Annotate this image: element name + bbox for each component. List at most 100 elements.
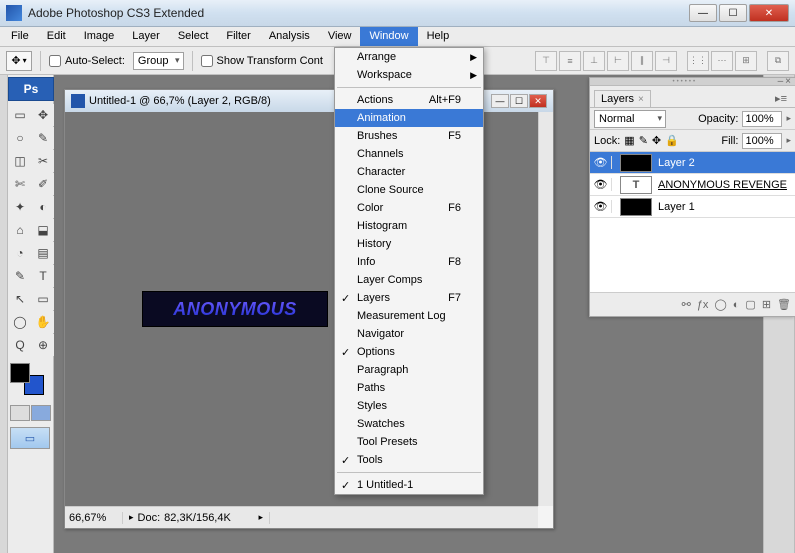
menu-analysis[interactable]: Analysis (260, 27, 319, 46)
tool-3[interactable]: ✎ (32, 127, 54, 149)
tool-10[interactable]: ⌂ (9, 219, 31, 241)
menu-item-layers[interactable]: ✓LayersF7 (335, 289, 483, 307)
menu-window[interactable]: Window (360, 27, 417, 46)
align-left-icon[interactable]: ⊢ (607, 51, 629, 71)
layer-thumbnail[interactable]: T (620, 176, 652, 194)
tool-1[interactable]: ✥ (32, 104, 54, 126)
zoom-field[interactable]: 66,67% (65, 512, 123, 524)
menu-edit[interactable]: Edit (38, 27, 75, 46)
menu-layer[interactable]: Layer (123, 27, 169, 46)
menu-item-arrange[interactable]: Arrange▶ (335, 48, 483, 66)
panel-menu-icon[interactable]: ▸≡ (771, 90, 791, 107)
blend-mode-combo[interactable]: Normal (594, 110, 666, 128)
menu-item-1-untitled-1[interactable]: ✓1 Untitled-1 (335, 476, 483, 494)
menu-filter[interactable]: Filter (217, 27, 259, 46)
tool-14[interactable]: ✎ (9, 265, 31, 287)
align-top-icon[interactable]: ⊤ (535, 51, 557, 71)
menu-item-navigator[interactable]: Navigator (335, 325, 483, 343)
doc-minimize-button[interactable]: — (491, 94, 509, 108)
align-vmid-icon[interactable]: ≡ (559, 51, 581, 71)
menu-item-character[interactable]: Character (335, 163, 483, 181)
menu-item-styles[interactable]: Styles (335, 397, 483, 415)
menu-item-history[interactable]: History (335, 235, 483, 253)
visibility-toggle-icon[interactable]: 👁 (590, 200, 612, 213)
new-group-icon[interactable]: ▢ (745, 298, 755, 311)
layer-name-label[interactable]: Layer 2 (656, 157, 795, 169)
tool-4[interactable]: ◫ (9, 150, 31, 172)
layer-name-label[interactable]: ANONYMOUS REVENGE (656, 179, 795, 191)
tool-7[interactable]: ✐ (32, 173, 54, 195)
menu-item-layer-comps[interactable]: Layer Comps (335, 271, 483, 289)
panel-minimize-icon[interactable]: – (778, 76, 784, 87)
fill-field[interactable]: 100% (742, 133, 782, 149)
layers-tab[interactable]: Layers× (594, 90, 651, 107)
document-vertical-scrollbar[interactable] (538, 112, 553, 506)
tool-21[interactable]: ⊕ (32, 334, 54, 356)
tool-19[interactable]: ✋ (32, 311, 54, 333)
tool-17[interactable]: ▭ (32, 288, 54, 310)
auto-select-combo[interactable]: Group (133, 52, 184, 70)
align-hmid-icon[interactable]: ∥ (631, 51, 653, 71)
layer-thumbnail[interactable] (620, 154, 652, 172)
tool-18[interactable]: ◯ (9, 311, 31, 333)
new-layer-icon[interactable]: ⊞ (762, 298, 771, 311)
canvas[interactable]: ANONYMOUS (143, 292, 327, 326)
standard-mode-button[interactable] (10, 405, 30, 421)
auto-align-icon[interactable]: ⧉ (767, 51, 789, 71)
menu-item-options[interactable]: ✓Options (335, 343, 483, 361)
delete-layer-icon[interactable]: 🗑 (777, 298, 791, 311)
tool-20[interactable]: Q (9, 334, 31, 356)
align-bottom-icon[interactable]: ⊥ (583, 51, 605, 71)
tool-9[interactable]: ◐ (32, 196, 54, 218)
menu-item-animation[interactable]: Animation (335, 109, 483, 127)
distribute-h-icon[interactable]: ⋮⋮ (687, 51, 709, 71)
doc-close-button[interactable]: ✕ (529, 94, 547, 108)
adjustment-layer-icon[interactable]: ◐ (733, 299, 740, 311)
tool-5[interactable]: ✂ (32, 150, 54, 172)
toolbox-handle[interactable] (0, 75, 8, 553)
link-layers-icon[interactable]: ⚯ (682, 298, 691, 311)
layer-mask-icon[interactable]: ◯ (714, 298, 726, 311)
menu-view[interactable]: View (319, 27, 361, 46)
align-right-icon[interactable]: ⊣ (655, 51, 677, 71)
menu-item-color[interactable]: ColorF6 (335, 199, 483, 217)
lock-position-icon[interactable]: ✥ (652, 134, 661, 147)
auto-select-checkbox[interactable]: Auto-Select: (49, 55, 125, 67)
color-swatches[interactable] (8, 363, 48, 397)
opacity-slider-icon[interactable]: ▸ (786, 113, 791, 124)
distribute-v-icon[interactable]: ⋯ (711, 51, 733, 71)
menu-select[interactable]: Select (169, 27, 218, 46)
menu-item-workspace[interactable]: Workspace▶ (335, 66, 483, 84)
tool-8[interactable]: ✦ (9, 196, 31, 218)
menu-item-swatches[interactable]: Swatches (335, 415, 483, 433)
maximize-button[interactable]: ☐ (719, 4, 747, 22)
tool-2[interactable]: ○ (9, 127, 31, 149)
menu-image[interactable]: Image (75, 27, 124, 46)
menu-item-paths[interactable]: Paths (335, 379, 483, 397)
menu-item-tool-presets[interactable]: Tool Presets (335, 433, 483, 451)
close-button[interactable]: ✕ (749, 4, 789, 22)
fill-slider-icon[interactable]: ▸ (786, 135, 791, 146)
menu-help[interactable]: Help (418, 27, 459, 46)
foreground-color-swatch[interactable] (10, 363, 30, 383)
menu-file[interactable]: File (2, 27, 38, 46)
lock-transparency-icon[interactable]: ▦ (624, 134, 634, 147)
move-tool-preset[interactable]: ✥▾ (6, 51, 32, 71)
menu-item-actions[interactable]: ActionsAlt+F9 (335, 91, 483, 109)
doc-maximize-button[interactable]: ☐ (510, 94, 528, 108)
menu-item-info[interactable]: InfoF8 (335, 253, 483, 271)
lock-pixels-icon[interactable]: ✎ (639, 134, 648, 147)
tool-6[interactable]: ✄ (9, 173, 31, 195)
opacity-field[interactable]: 100% (742, 111, 782, 127)
quickmask-mode-button[interactable] (31, 405, 51, 421)
layer-row[interactable]: 👁TANONYMOUS REVENGE (590, 174, 795, 196)
layer-style-icon[interactable]: ƒx (697, 299, 709, 311)
tool-12[interactable]: ◔ (9, 242, 31, 264)
tool-0[interactable]: ▭ (9, 104, 31, 126)
doc-info[interactable]: ▸ Doc: 82,3K/156,4K ▸ (123, 512, 270, 524)
layer-thumbnail[interactable] (620, 198, 652, 216)
tool-16[interactable]: ↖ (9, 288, 31, 310)
menu-item-brushes[interactable]: BrushesF5 (335, 127, 483, 145)
menu-item-tools[interactable]: ✓Tools (335, 451, 483, 469)
layer-row[interactable]: 👁Layer 1 (590, 196, 795, 218)
